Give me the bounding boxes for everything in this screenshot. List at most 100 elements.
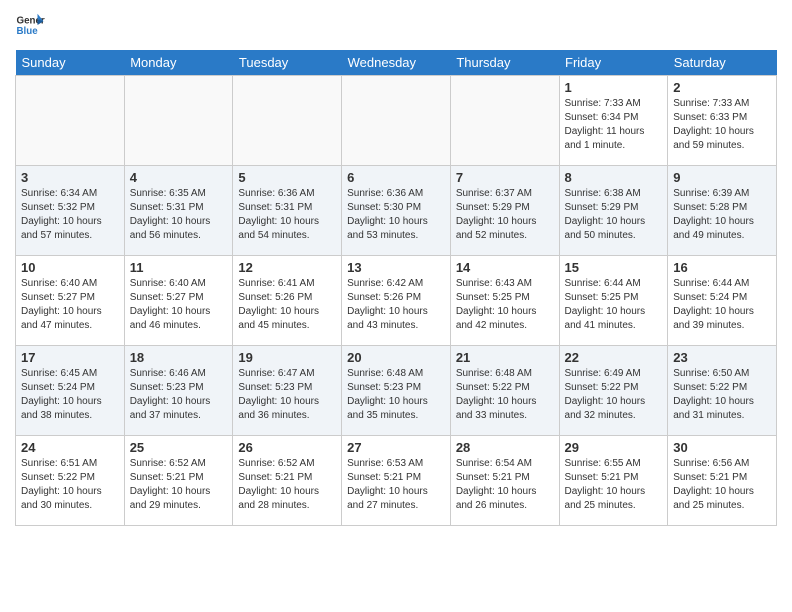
day-number: 3: [21, 170, 119, 185]
calendar-day: 18 Sunrise: 6:46 AM Sunset: 5:23 PM Dayli…: [124, 346, 233, 436]
day-header-saturday: Saturday: [668, 50, 777, 76]
calendar-day: 25 Sunrise: 6:52 AM Sunset: 5:21 PM Dayli…: [124, 436, 233, 526]
calendar-week-1: 3 Sunrise: 6:34 AM Sunset: 5:32 PM Daylig…: [16, 166, 777, 256]
day-number: 10: [21, 260, 119, 275]
calendar-day: 7 Sunrise: 6:37 AM Sunset: 5:29 PM Daylig…: [450, 166, 559, 256]
day-number: 1: [565, 80, 663, 95]
day-info: Sunrise: 6:56 AM Sunset: 5:21 PM Dayligh…: [673, 457, 771, 513]
calendar-day: [233, 76, 342, 166]
calendar-table: SundayMondayTuesdayWednesdayThursdayFrid…: [15, 50, 777, 526]
day-info: Sunrise: 6:35 AM Sunset: 5:31 PM Dayligh…: [130, 187, 228, 243]
day-header-tuesday: Tuesday: [233, 50, 342, 76]
day-number: 8: [565, 170, 663, 185]
day-number: 15: [565, 260, 663, 275]
calendar-day: 4 Sunrise: 6:35 AM Sunset: 5:31 PM Daylig…: [124, 166, 233, 256]
day-info: Sunrise: 6:52 AM Sunset: 5:21 PM Dayligh…: [238, 457, 336, 513]
day-number: 26: [238, 440, 336, 455]
calendar-day: 12Sunrise: 6:41 AM Sunset: 5:26 PM Dayli…: [233, 256, 342, 346]
day-info: Sunrise: 6:38 AM Sunset: 5:29 PM Dayligh…: [565, 187, 663, 243]
calendar-day: 1Sunrise: 7:33 AM Sunset: 6:34 PM Daylig…: [559, 76, 668, 166]
day-header-thursday: Thursday: [450, 50, 559, 76]
day-info: Sunrise: 6:48 AM Sunset: 5:23 PM Dayligh…: [347, 367, 445, 423]
day-info: Sunrise: 6:44 AM Sunset: 5:24 PM Dayligh…: [673, 277, 771, 333]
day-number: 11: [130, 260, 228, 275]
day-info: Sunrise: 6:50 AM Sunset: 5:22 PM Dayligh…: [673, 367, 771, 423]
day-info: Sunrise: 6:45 AM Sunset: 5:24 PM Dayligh…: [21, 367, 119, 423]
day-info: Sunrise: 6:51 AM Sunset: 5:22 PM Dayligh…: [21, 457, 119, 513]
day-number: 29: [565, 440, 663, 455]
page-container: General Blue SundayMondayTuesdayWednesda…: [0, 0, 792, 536]
calendar-day: 10 Sunrise: 6:40 AM Sunset: 5:27 PM Dayli…: [16, 256, 125, 346]
day-info: Sunrise: 6:44 AM Sunset: 5:25 PM Dayligh…: [565, 277, 663, 333]
day-info: Sunrise: 6:34 AM Sunset: 5:32 PM Dayligh…: [21, 187, 119, 243]
calendar-day: 21 Sunrise: 6:48 AM Sunset: 5:22 PM Dayli…: [450, 346, 559, 436]
day-number: 9: [673, 170, 771, 185]
calendar-day: 27Sunrise: 6:53 AM Sunset: 5:21 PM Dayli…: [342, 436, 451, 526]
day-number: 7: [456, 170, 554, 185]
logo: General Blue: [15, 10, 47, 40]
calendar-day: 11Sunrise: 6:40 AM Sunset: 5:27 PM Dayli…: [124, 256, 233, 346]
calendar-day: [124, 76, 233, 166]
day-number: 14: [456, 260, 554, 275]
day-number: 5: [238, 170, 336, 185]
day-header-friday: Friday: [559, 50, 668, 76]
logo-icon: General Blue: [15, 10, 45, 40]
day-number: 28: [456, 440, 554, 455]
day-number: 18: [130, 350, 228, 365]
day-info: Sunrise: 6:52 AM Sunset: 5:21 PM Dayligh…: [130, 457, 228, 513]
calendar-day: [450, 76, 559, 166]
day-info: Sunrise: 6:41 AM Sunset: 5:26 PM Dayligh…: [238, 277, 336, 333]
day-info: Sunrise: 6:43 AM Sunset: 5:25 PM Dayligh…: [456, 277, 554, 333]
calendar-day: 6 Sunrise: 6:36 AM Sunset: 5:30 PM Daylig…: [342, 166, 451, 256]
calendar-day: 17Sunrise: 6:45 AM Sunset: 5:24 PM Dayli…: [16, 346, 125, 436]
day-number: 2: [673, 80, 771, 95]
day-info: Sunrise: 6:47 AM Sunset: 5:23 PM Dayligh…: [238, 367, 336, 423]
calendar-day: 22 Sunrise: 6:49 AM Sunset: 5:22 PM Dayli…: [559, 346, 668, 436]
day-info: Sunrise: 6:48 AM Sunset: 5:22 PM Dayligh…: [456, 367, 554, 423]
calendar-day: 28 Sunrise: 6:54 AM Sunset: 5:21 PM Dayli…: [450, 436, 559, 526]
day-number: 27: [347, 440, 445, 455]
day-header-sunday: Sunday: [16, 50, 125, 76]
day-number: 4: [130, 170, 228, 185]
calendar-day: 20 Sunrise: 6:48 AM Sunset: 5:23 PM Dayli…: [342, 346, 451, 436]
calendar-day: 26 Sunrise: 6:52 AM Sunset: 5:21 PM Dayli…: [233, 436, 342, 526]
day-number: 16: [673, 260, 771, 275]
calendar-day: 16 Sunrise: 6:44 AM Sunset: 5:24 PM Dayli…: [668, 256, 777, 346]
day-info: Sunrise: 6:37 AM Sunset: 5:29 PM Dayligh…: [456, 187, 554, 243]
day-number: 24: [21, 440, 119, 455]
calendar-week-2: 10 Sunrise: 6:40 AM Sunset: 5:27 PM Dayli…: [16, 256, 777, 346]
calendar-week-0: 1Sunrise: 7:33 AM Sunset: 6:34 PM Daylig…: [16, 76, 777, 166]
day-info: Sunrise: 6:54 AM Sunset: 5:21 PM Dayligh…: [456, 457, 554, 513]
day-number: 23: [673, 350, 771, 365]
svg-text:Blue: Blue: [17, 26, 39, 37]
day-number: 6: [347, 170, 445, 185]
day-header-wednesday: Wednesday: [342, 50, 451, 76]
day-number: 20: [347, 350, 445, 365]
calendar-day: 23 Sunrise: 6:50 AM Sunset: 5:22 PM Dayli…: [668, 346, 777, 436]
day-number: 21: [456, 350, 554, 365]
day-info: Sunrise: 6:46 AM Sunset: 5:23 PM Dayligh…: [130, 367, 228, 423]
calendar-day: [342, 76, 451, 166]
day-info: Sunrise: 6:36 AM Sunset: 5:30 PM Dayligh…: [347, 187, 445, 243]
day-number: 19: [238, 350, 336, 365]
day-info: Sunrise: 6:40 AM Sunset: 5:27 PM Dayligh…: [21, 277, 119, 333]
calendar-day: [16, 76, 125, 166]
header: General Blue: [15, 10, 777, 40]
calendar-day: 8 Sunrise: 6:38 AM Sunset: 5:29 PM Daylig…: [559, 166, 668, 256]
calendar-day: 14 Sunrise: 6:43 AM Sunset: 5:25 PM Dayli…: [450, 256, 559, 346]
header-row: SundayMondayTuesdayWednesdayThursdayFrid…: [16, 50, 777, 76]
calendar-day: 30 Sunrise: 6:56 AM Sunset: 5:21 PM Dayli…: [668, 436, 777, 526]
calendar-day: 13Sunrise: 6:42 AM Sunset: 5:26 PM Dayli…: [342, 256, 451, 346]
day-header-monday: Monday: [124, 50, 233, 76]
calendar-day: 15 Sunrise: 6:44 AM Sunset: 5:25 PM Dayli…: [559, 256, 668, 346]
day-info: Sunrise: 6:49 AM Sunset: 5:22 PM Dayligh…: [565, 367, 663, 423]
day-number: 25: [130, 440, 228, 455]
calendar-day: 24 Sunrise: 6:51 AM Sunset: 5:22 PM Dayli…: [16, 436, 125, 526]
calendar-day: 2Sunrise: 7:33 AM Sunset: 6:33 PM Daylig…: [668, 76, 777, 166]
calendar-day: 5 Sunrise: 6:36 AM Sunset: 5:31 PM Daylig…: [233, 166, 342, 256]
calendar-week-3: 17Sunrise: 6:45 AM Sunset: 5:24 PM Dayli…: [16, 346, 777, 436]
day-info: Sunrise: 6:36 AM Sunset: 5:31 PM Dayligh…: [238, 187, 336, 243]
day-number: 30: [673, 440, 771, 455]
day-number: 22: [565, 350, 663, 365]
day-info: Sunrise: 6:42 AM Sunset: 5:26 PM Dayligh…: [347, 277, 445, 333]
